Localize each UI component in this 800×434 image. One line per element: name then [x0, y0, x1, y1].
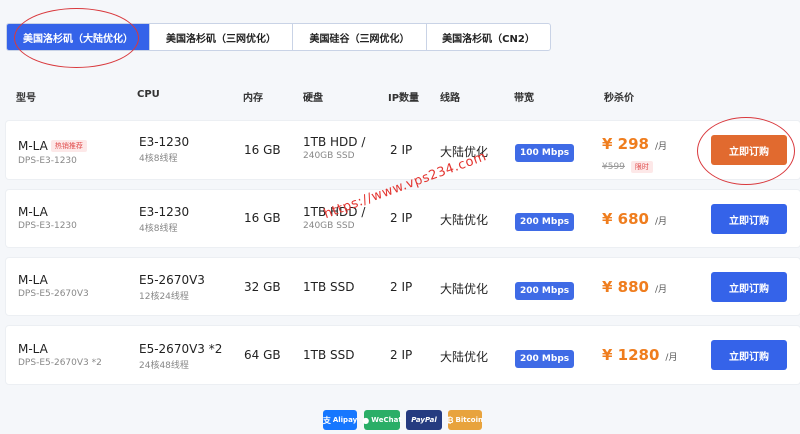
header-model: 型号: [16, 93, 36, 104]
price-value: ¥ 880: [602, 278, 649, 296]
cpu-cores: 12核24线程: [139, 292, 189, 302]
bandwidth-badge: 200 Mbps: [515, 282, 575, 300]
ip-value: 2 IP: [390, 143, 413, 157]
table-row: M-LA 热销推荐 DPS-E3-1230 E3-1230 4核8线程 16 GB…: [6, 121, 800, 179]
disk-value: 1TB SSD: [303, 348, 355, 362]
hot-badge: 热销推荐: [50, 139, 87, 152]
ram-value: 64 GB: [244, 348, 281, 362]
cpu-cores: 24核48线程: [139, 361, 189, 371]
server-sku: DPS-E5-2670V3 *2: [18, 358, 102, 368]
cpu-model: E5-2670V3: [139, 273, 205, 287]
header-route: 线路: [440, 93, 460, 104]
cpu-cores: 4核8线程: [139, 224, 178, 234]
ip-value: 2 IP: [390, 280, 413, 294]
server-name: M-LA: [18, 205, 48, 219]
bandwidth-badge: 200 Mbps: [515, 350, 575, 368]
highlight-circle-button: [697, 117, 795, 185]
price-value: ¥ 1280: [602, 346, 660, 364]
cpu-model: E3-1230: [139, 205, 190, 219]
table-row: M-LA DPS-E3-1230 E3-1230 4核8线程 16 GB 1TB…: [6, 190, 800, 247]
bitcoin-icon: ₿: [447, 415, 454, 425]
route-value: 大陆优化: [440, 213, 489, 227]
ram-value: 32 GB: [244, 280, 281, 294]
alipay-badge: 支 Alipay: [323, 410, 357, 430]
price-value: ¥ 298: [602, 135, 649, 153]
header-disk: 硬盘: [303, 93, 323, 104]
order-button[interactable]: 立即订购: [711, 340, 787, 370]
bandwidth-badge: 100 Mbps: [515, 144, 575, 162]
paypal-label: PayPal: [411, 416, 437, 424]
cpu-cores: 4核8线程: [139, 154, 178, 164]
header-ip: IP数量: [388, 93, 420, 104]
alipay-label: Alipay: [332, 416, 358, 424]
server-name: M-LA: [18, 273, 48, 287]
paypal-badge: PayPal: [406, 410, 442, 430]
header-price: 秒杀价: [604, 93, 634, 104]
server-name: M-LA: [18, 139, 48, 153]
disk-value: 1TB SSD: [303, 280, 355, 294]
cpu-model: E3-1230: [139, 135, 190, 149]
bitcoin-badge: ₿ Bitcoin: [447, 410, 483, 430]
wechat-label: WeChat: [371, 416, 402, 424]
tab-sv-three-network[interactable]: 美国硅谷（三网优化）: [293, 24, 427, 50]
server-sku: DPS-E5-2670V3: [18, 289, 89, 299]
order-button[interactable]: 立即订购: [711, 272, 787, 302]
route-value: 大陆优化: [440, 350, 489, 364]
tab-la-three-network[interactable]: 美国洛杉矶（三网优化）: [150, 24, 293, 50]
cpu-model: E5-2670V3 *2: [139, 342, 223, 356]
server-name: M-LA: [18, 342, 48, 356]
tab-la-cn2[interactable]: 美国洛杉矶（CN2）: [427, 24, 550, 50]
limited-badge: 限时: [630, 161, 653, 173]
price-value: ¥ 680: [602, 210, 649, 228]
wechat-badge: ● WeChat: [362, 410, 402, 430]
header-ram: 内存: [243, 93, 263, 104]
alipay-icon: 支: [322, 415, 331, 425]
header-cpu: CPU: [137, 89, 160, 100]
disk-value-2: 240GB SSD: [303, 221, 355, 231]
table-row: M-LA DPS-E5-2670V3 *2 E5-2670V3 *2 24核48…: [6, 326, 800, 384]
ip-value: 2 IP: [390, 348, 413, 362]
server-sku: DPS-E3-1230: [18, 221, 77, 231]
price-unit: /月: [654, 142, 668, 152]
ram-value: 16 GB: [244, 211, 281, 225]
bandwidth-badge: 200 Mbps: [515, 213, 575, 231]
highlight-circle-tab: [14, 8, 139, 68]
ram-value: 16 GB: [244, 143, 281, 157]
header-bandwidth: 带宽: [514, 93, 534, 104]
price-unit: /月: [654, 217, 668, 227]
original-price: ¥599: [602, 162, 625, 172]
disk-value: 1TB HDD /: [303, 135, 366, 149]
ip-value: 2 IP: [390, 211, 413, 225]
server-sku: DPS-E3-1230: [18, 156, 77, 166]
order-button[interactable]: 立即订购: [711, 204, 787, 234]
wechat-icon: ●: [362, 415, 370, 425]
disk-value-2: 240GB SSD: [303, 151, 355, 161]
table-row: M-LA DPS-E5-2670V3 E5-2670V3 12核24线程 32 …: [6, 258, 800, 315]
route-value: 大陆优化: [440, 282, 489, 296]
bitcoin-label: Bitcoin: [455, 416, 483, 424]
price-unit: /月: [654, 285, 668, 295]
price-unit: /月: [665, 353, 678, 363]
